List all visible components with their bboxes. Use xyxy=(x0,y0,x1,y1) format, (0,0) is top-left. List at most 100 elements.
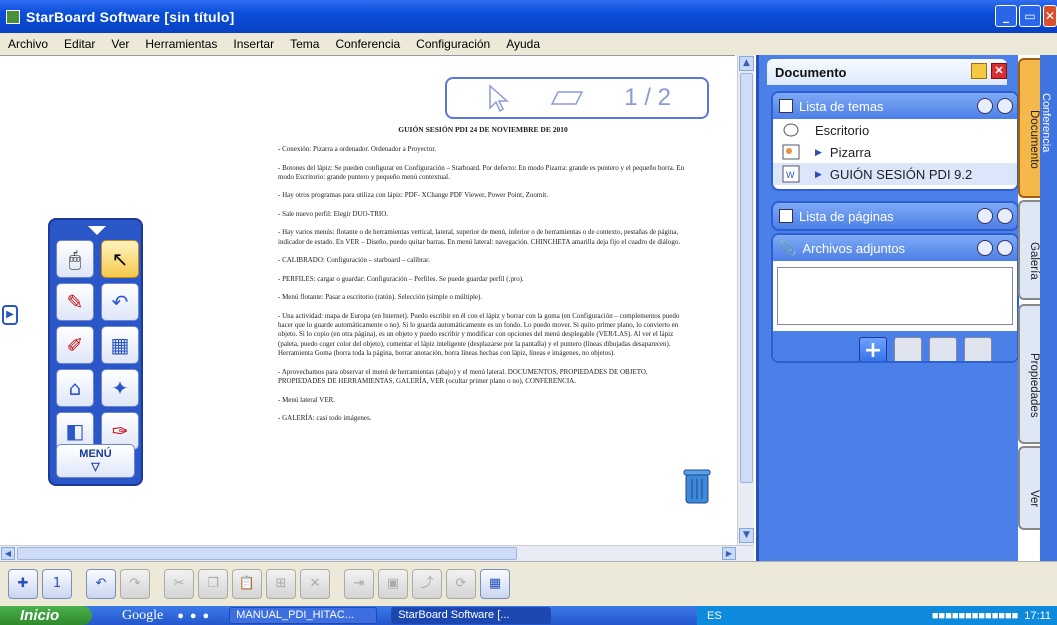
topics-title: Lista de temas xyxy=(799,98,884,114)
pin-icon[interactable] xyxy=(971,63,987,79)
close-button[interactable]: ✕ xyxy=(1043,5,1057,27)
attachments-list[interactable] xyxy=(777,267,1013,325)
tray-icons[interactable]: ■■■■■■■■■■■■■ xyxy=(932,610,1018,622)
layout-icon[interactable]: ▦ xyxy=(101,326,139,364)
menu-insertar[interactable]: Insertar xyxy=(225,37,282,51)
duplicate-icon[interactable]: ⊞ xyxy=(266,569,296,599)
topic-item[interactable]: ▶ Pizarra xyxy=(773,141,1017,163)
close-panel-icon[interactable]: ✕ xyxy=(991,63,1007,79)
copy-button-icon[interactable]: ❐ xyxy=(198,569,228,599)
svg-text:W: W xyxy=(786,170,795,180)
tools-icon[interactable]: ✦ xyxy=(101,369,139,407)
scroll-right-icon[interactable]: ▶ xyxy=(722,547,736,560)
menu-tema[interactable]: Tema xyxy=(282,37,327,51)
browser-icon[interactable]: ● xyxy=(177,610,184,622)
options-icon[interactable] xyxy=(977,98,993,114)
undo-icon[interactable]: ↶ xyxy=(101,283,139,321)
align-icon[interactable]: ⇥ xyxy=(344,569,374,599)
cut-icon[interactable]: ✂ xyxy=(164,569,194,599)
vertical-scrollbar[interactable]: ▲ ▼ xyxy=(737,55,754,545)
scroll-thumb[interactable] xyxy=(17,547,517,560)
expand-arrow-icon[interactable]: ▶ xyxy=(815,169,822,180)
menu-configuracion[interactable]: Configuración xyxy=(408,37,498,51)
pages-icon xyxy=(779,209,793,223)
topic-item[interactable]: Escritorio xyxy=(773,119,1017,141)
language-indicator[interactable]: ES xyxy=(697,610,722,622)
paste-button-icon[interactable]: 📋 xyxy=(232,569,262,599)
topic-item[interactable]: W ▶ GUIÓN SESIÓN PDI 9.2 xyxy=(773,163,1017,185)
add-attachment-icon[interactable]: + xyxy=(859,337,887,361)
paste-icon[interactable] xyxy=(929,337,957,361)
paragraph: - Hay otros programas para utiliza con l… xyxy=(278,191,548,200)
tab-propiedades[interactable]: Propiedades xyxy=(1018,304,1040,444)
topics-header[interactable]: Lista de temas xyxy=(773,93,1017,119)
scroll-up-icon[interactable]: ▲ xyxy=(739,56,754,71)
toggle-icon[interactable] xyxy=(997,208,1013,224)
copy-icon[interactable] xyxy=(894,337,922,361)
reload-icon[interactable]: ⟳ xyxy=(446,569,476,599)
attachments-header[interactable]: 📎 Archivos adjuntos xyxy=(773,235,1017,261)
tab-conferencia[interactable]: Conferencia xyxy=(1040,55,1052,152)
grid-icon[interactable]: ▦ xyxy=(480,569,510,599)
conference-strip[interactable]: Conferencia xyxy=(1040,55,1057,561)
pen-icon[interactable]: ✎ xyxy=(56,283,94,321)
scroll-left-icon[interactable]: ◀ xyxy=(1,547,15,560)
delete-icon[interactable]: ✕ xyxy=(300,569,330,599)
panel-title: Documento xyxy=(775,65,847,80)
minimize-button[interactable]: _ xyxy=(995,5,1017,27)
maximize-button[interactable]: ▭ xyxy=(1019,5,1041,27)
menu-button[interactable]: MENÚ ▽ xyxy=(56,444,135,478)
options-icon[interactable] xyxy=(977,240,993,256)
undo-button-icon[interactable]: ↶ xyxy=(86,569,116,599)
menu-ayuda[interactable]: Ayuda xyxy=(498,37,548,51)
media-icon[interactable]: ● xyxy=(190,610,197,622)
task-starboard[interactable]: StarBoard Software [... xyxy=(391,607,552,624)
tab-ver[interactable]: Ver xyxy=(1018,446,1040,530)
redo-button-icon[interactable]: ↷ xyxy=(120,569,150,599)
mouse-icon[interactable]: 🖱 xyxy=(56,240,94,278)
smart-pen-icon[interactable]: ✐ xyxy=(56,326,94,364)
collapse-arrow-icon[interactable] xyxy=(88,226,106,235)
window-title: StarBoard Software [sin título] xyxy=(26,8,235,25)
pointer-icon[interactable] xyxy=(488,84,510,112)
trash-icon[interactable] xyxy=(683,468,711,504)
open-icon[interactable] xyxy=(964,337,992,361)
paperclip-icon: 📎 xyxy=(779,239,797,256)
page-one-icon[interactable]: 1 xyxy=(42,569,72,599)
pages-header[interactable]: Lista de páginas xyxy=(773,203,1017,229)
select-pointer-icon[interactable]: ↖ xyxy=(101,240,139,278)
toggle-icon[interactable] xyxy=(997,98,1013,114)
paragraph: - Aprovechamos para observar el menú de … xyxy=(278,367,648,386)
toggle-icon[interactable] xyxy=(997,240,1013,256)
tab-galeria[interactable]: Galería xyxy=(1018,200,1040,300)
menu-editar[interactable]: Editar xyxy=(56,37,103,51)
scroll-thumb[interactable] xyxy=(740,73,753,483)
new-page-icon[interactable]: ✚ xyxy=(8,569,38,599)
firefox-icon[interactable]: ● xyxy=(203,610,210,622)
expand-left-icon[interactable]: ▶ xyxy=(2,305,18,325)
pages-section: Lista de páginas xyxy=(771,201,1019,231)
menu-conferencia[interactable]: Conferencia xyxy=(327,37,408,51)
horizontal-scrollbar[interactable]: ◀ ▶ xyxy=(0,545,754,561)
menu-herramientas[interactable]: Herramientas xyxy=(137,37,225,51)
expand-arrow-icon[interactable]: ▶ xyxy=(815,147,822,158)
task-manual[interactable]: MANUAL_PDI_HITAC... xyxy=(229,607,378,624)
start-button[interactable]: Inicio xyxy=(0,606,92,625)
scroll-down-icon[interactable]: ▼ xyxy=(739,528,754,543)
list-icon xyxy=(779,99,793,113)
tab-label: Galería xyxy=(1028,242,1040,280)
paragraph: - Menú lateral VER. xyxy=(278,395,336,404)
rotate-icon[interactable]: ⤴ xyxy=(412,569,442,599)
google-toolbar[interactable]: Google xyxy=(122,608,163,624)
fill-icon[interactable]: ⌂ xyxy=(56,369,94,407)
menu-ver[interactable]: Ver xyxy=(103,37,137,51)
frame-icon[interactable]: ▣ xyxy=(378,569,408,599)
clock: 17:11 xyxy=(1024,609,1051,622)
menu-archivo[interactable]: Archivo xyxy=(0,37,56,51)
options-icon[interactable] xyxy=(977,208,993,224)
topics-section: Lista de temas Escritorio ▶ Pizarra W ▶ … xyxy=(771,91,1019,191)
paragraph: - Hay varios menús: flotante o de herram… xyxy=(278,228,681,246)
eraser-icon[interactable] xyxy=(550,90,584,106)
tab-documento[interactable]: Documento xyxy=(1018,58,1040,198)
page-number: 1 / 2 xyxy=(624,84,671,111)
